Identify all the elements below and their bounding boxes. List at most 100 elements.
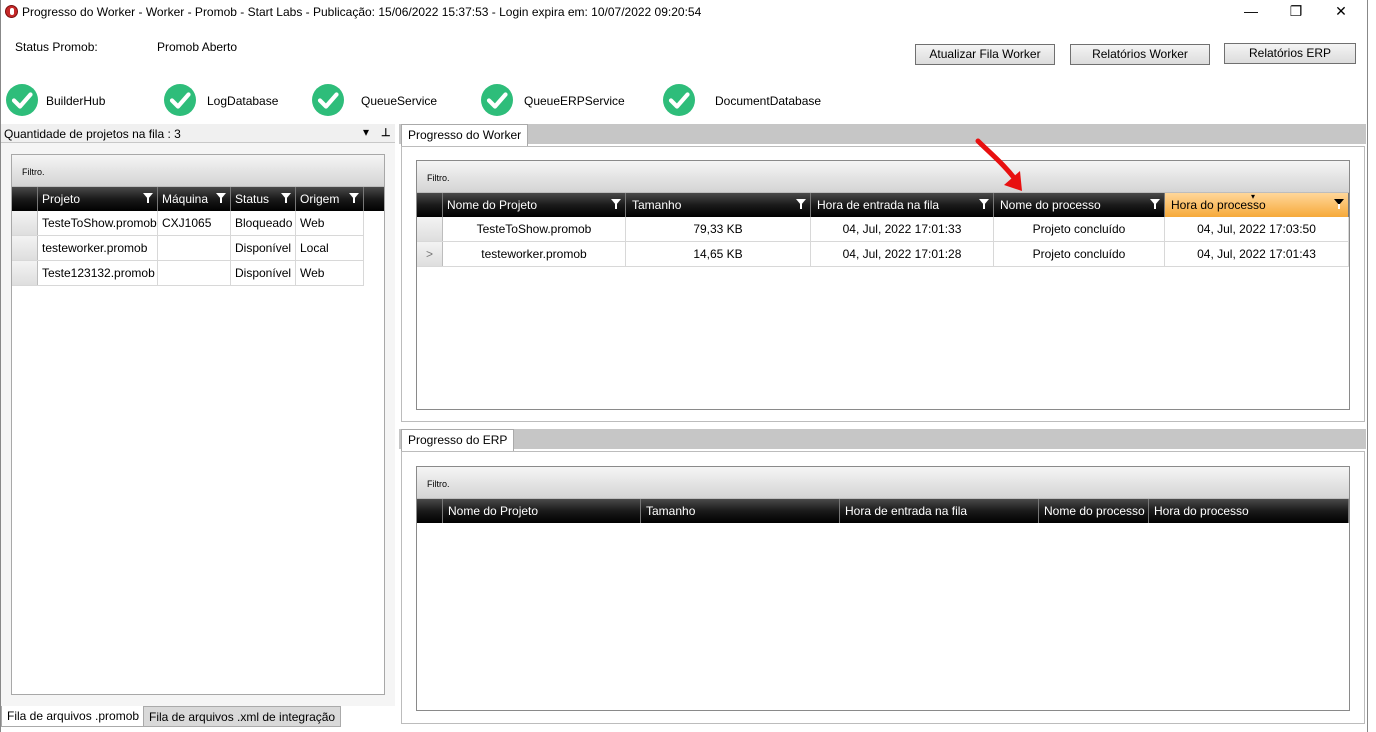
service-label-queueerpservice: QueueERPService bbox=[524, 94, 625, 108]
column-header-label: Projeto bbox=[42, 192, 81, 206]
column-header-projeto[interactable]: Projeto bbox=[38, 187, 158, 211]
cell-status: Bloqueado bbox=[231, 211, 296, 235]
current-row-indicator[interactable]: > bbox=[417, 242, 443, 266]
column-header-project-name[interactable]: Nome do Projeto bbox=[443, 499, 641, 523]
column-header-label: Hora do processo bbox=[1154, 504, 1249, 518]
column-header-process-time[interactable]: Hora do processo ▾ bbox=[1165, 193, 1349, 217]
row-selector[interactable] bbox=[12, 236, 38, 260]
row-selector-header bbox=[12, 187, 38, 211]
column-header-label: Nome do processo bbox=[1000, 198, 1101, 212]
cell-origem: Web bbox=[296, 211, 364, 235]
cell-maquina bbox=[158, 236, 231, 260]
worker-tab-strip bbox=[399, 124, 1366, 144]
cell-project-name: testeworker.promob bbox=[443, 242, 626, 266]
erp-filter-bar[interactable]: Filtro. bbox=[417, 467, 1349, 499]
column-header-label: Nome do processo bbox=[1044, 504, 1145, 518]
erp-grid-header: Nome do Projeto Tamanho Hora de entrada na… bbox=[417, 499, 1349, 523]
pin-icon[interactable]: ⊥ bbox=[381, 126, 391, 139]
filter-funnel-icon[interactable] bbox=[796, 199, 806, 209]
column-header-label: Hora de entrada na fila bbox=[845, 504, 968, 518]
filter-funnel-icon[interactable] bbox=[349, 193, 359, 203]
cell-projeto: TesteToShow.promob bbox=[38, 211, 158, 235]
column-header-size[interactable]: Tamanho bbox=[641, 499, 840, 523]
column-header-label: Nome do Projeto bbox=[447, 198, 538, 212]
table-row[interactable]: Teste123132.promob Disponível Web bbox=[12, 261, 364, 286]
tab-worker-progress[interactable]: Progresso do Worker bbox=[401, 124, 529, 146]
cell-maquina bbox=[158, 261, 231, 285]
column-header-status[interactable]: Status bbox=[231, 187, 296, 211]
filter-funnel-icon[interactable] bbox=[216, 193, 226, 203]
service-label-queueservice: QueueService bbox=[361, 94, 438, 108]
cell-projeto: Teste123132.promob bbox=[38, 261, 158, 285]
column-header-label: Origem bbox=[300, 192, 340, 206]
filter-funnel-icon[interactable] bbox=[1334, 199, 1344, 209]
tab-erp-progress[interactable]: Progresso do ERP bbox=[401, 429, 515, 451]
cell-size: 79,33 KB bbox=[626, 217, 811, 241]
table-row[interactable]: testeworker.promob Disponível Local bbox=[12, 236, 364, 261]
erp-progress-grid: Filtro. Nome do Projeto Tamanho Hora de en… bbox=[416, 466, 1350, 711]
minimize-button[interactable]: — bbox=[1228, 0, 1274, 24]
restore-button[interactable]: ❐ bbox=[1273, 0, 1319, 24]
filter-funnel-icon[interactable] bbox=[281, 193, 291, 203]
check-circle-icon bbox=[164, 84, 196, 116]
cell-origem: Web bbox=[296, 261, 364, 285]
column-header-process-name[interactable]: Nome do processo bbox=[1039, 499, 1149, 523]
title-bar: Progresso do Worker - Worker - Promob - … bbox=[0, 0, 1368, 24]
filter-label: Filtro. bbox=[22, 167, 45, 177]
column-header-origem[interactable]: Origem bbox=[296, 187, 364, 211]
cell-status: Disponível bbox=[231, 261, 296, 285]
cell-process-time: 04, Jul, 2022 17:01:43 bbox=[1165, 242, 1349, 266]
column-header-size[interactable]: Tamanho bbox=[626, 193, 811, 217]
column-header-label: Nome do Projeto bbox=[448, 504, 539, 518]
filter-funnel-icon[interactable] bbox=[979, 199, 989, 209]
check-circle-icon bbox=[481, 84, 513, 116]
queue-grid-header: Projeto Máquina Status Origem bbox=[12, 187, 384, 211]
panel-dropdown-icon[interactable]: ▾ bbox=[363, 125, 369, 139]
refresh-worker-queue-button[interactable]: Atualizar Fila Worker bbox=[915, 44, 1055, 65]
column-header-label: Status bbox=[235, 192, 270, 206]
table-row[interactable]: TesteToShow.promob 79,33 KB 04, Jul, 2022 … bbox=[417, 217, 1349, 242]
erp-tab-strip bbox=[399, 429, 1366, 449]
cell-size: 14,65 KB bbox=[626, 242, 811, 266]
cell-projeto: testeworker.promob bbox=[38, 236, 158, 260]
worker-filter-bar[interactable]: Filtro. bbox=[417, 161, 1349, 193]
status-value: Promob Aberto bbox=[157, 40, 238, 54]
queue-filter-bar[interactable]: Filtro. bbox=[12, 155, 384, 187]
erp-reports-button[interactable]: Relatórios ERP bbox=[1224, 43, 1356, 64]
check-circle-icon bbox=[6, 84, 38, 116]
red-arrow-annotation bbox=[975, 138, 1022, 191]
column-header-queue-entry-time[interactable]: Hora de entrada na fila bbox=[840, 499, 1039, 523]
status-label: Status Promob: bbox=[15, 40, 98, 54]
column-header-label: Hora de entrada na fila bbox=[817, 198, 940, 212]
column-header-label: Tamanho bbox=[646, 504, 696, 518]
filter-funnel-icon[interactable] bbox=[143, 193, 153, 203]
tab-promob-queue[interactable]: Fila de arquivos .promob bbox=[1, 706, 146, 727]
worker-reports-button[interactable]: Relatórios Worker bbox=[1070, 44, 1210, 65]
cell-process-time: 04, Jul, 2022 17:03:50 bbox=[1165, 217, 1349, 241]
row-selector-header bbox=[417, 193, 443, 217]
service-label-documentdatabase: DocumentDatabase bbox=[715, 94, 822, 108]
tab-xml-queue[interactable]: Fila de arquivos .xml de integração bbox=[143, 706, 342, 727]
check-circle-icon bbox=[663, 84, 695, 116]
column-header-label: Máquina bbox=[162, 192, 209, 206]
table-row[interactable]: > testeworker.promob 14,65 KB 04, Jul, 2022… bbox=[417, 242, 1349, 267]
close-button[interactable]: ✕ bbox=[1318, 0, 1364, 24]
filter-funnel-icon[interactable] bbox=[1150, 199, 1160, 209]
row-selector[interactable] bbox=[417, 217, 443, 241]
column-header-project-name[interactable]: Nome do Projeto bbox=[443, 193, 626, 217]
filter-funnel-icon[interactable] bbox=[611, 199, 621, 209]
row-selector-header bbox=[417, 499, 443, 523]
cell-origem: Local bbox=[296, 236, 364, 260]
sort-descending-icon: ▾ bbox=[1251, 193, 1256, 201]
row-selector[interactable] bbox=[12, 211, 38, 235]
cell-queue-entry-time: 04, Jul, 2022 17:01:33 bbox=[811, 217, 994, 241]
column-header-queue-entry-time[interactable]: Hora de entrada na fila bbox=[811, 193, 994, 217]
queue-grid: Filtro. Projeto Máquina Status Origem Teste… bbox=[11, 154, 385, 695]
table-row[interactable]: TesteToShow.promob CXJ1065 Bloqueado Web bbox=[12, 211, 364, 236]
column-header-process-time[interactable]: Hora do processo bbox=[1149, 499, 1349, 523]
row-selector[interactable] bbox=[12, 261, 38, 285]
service-label-logdatabase: LogDatabase bbox=[207, 94, 279, 108]
cell-process-name: Projeto concluído bbox=[994, 217, 1165, 241]
column-header-máquina[interactable]: Máquina bbox=[158, 187, 231, 211]
queue-count-title: Quantidade de projetos na fila : 3 bbox=[4, 127, 181, 141]
